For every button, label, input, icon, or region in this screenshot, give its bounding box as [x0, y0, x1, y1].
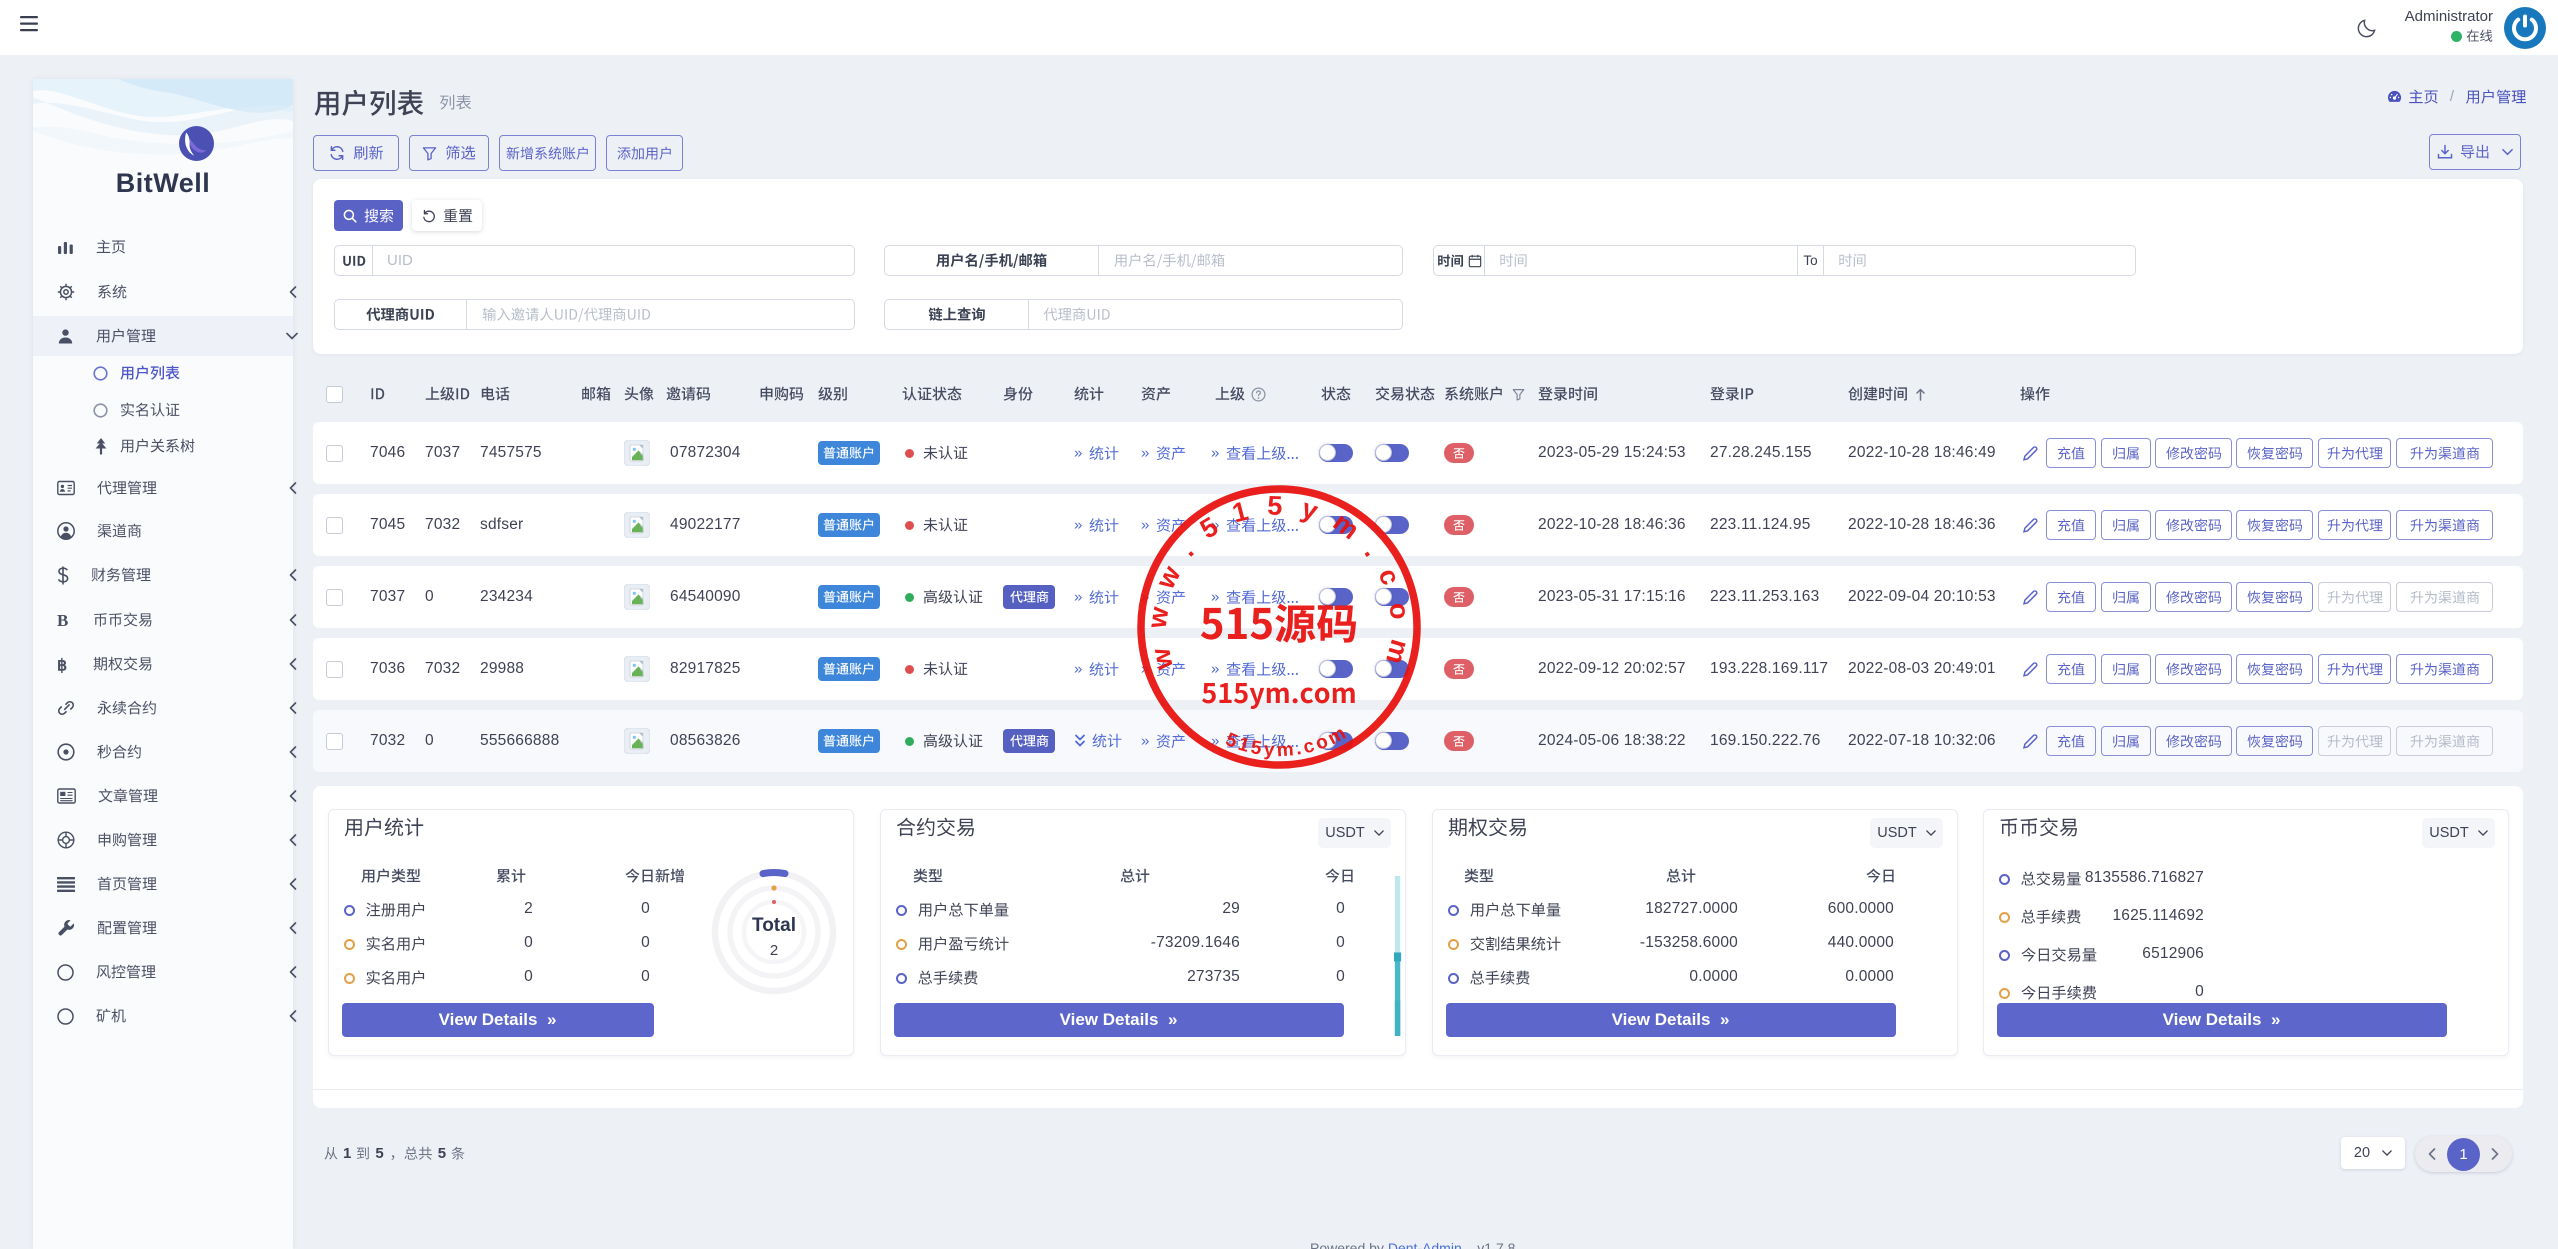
svg-text:B: B [57, 611, 68, 629]
svg-text:www.515ym.com: www.515ym.com [1142, 491, 1416, 685]
svg-text:฿: ฿ [57, 657, 67, 674]
